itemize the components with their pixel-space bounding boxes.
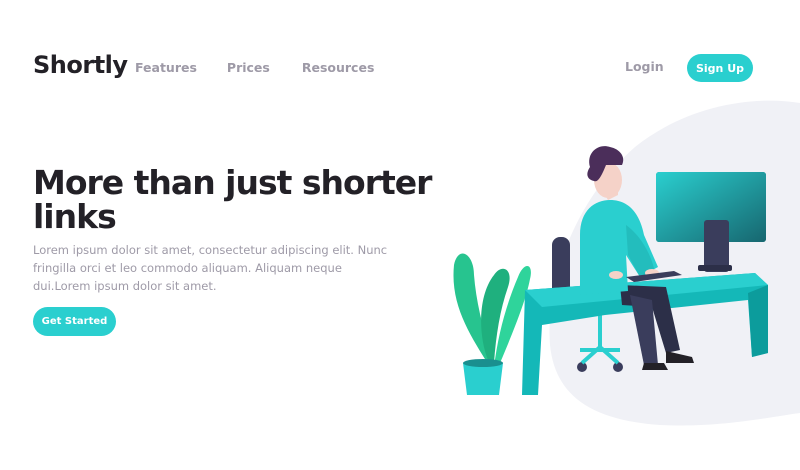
get-started-button[interactable]: Get Started <box>33 307 116 336</box>
logo[interactable]: Shortly <box>33 51 128 79</box>
hero-description: Lorem ipsum dolor sit amet, consectetur … <box>33 243 388 293</box>
person-working-illustration <box>430 95 800 435</box>
nav-link-prices[interactable]: Prices <box>227 60 270 75</box>
nav-link-resources[interactable]: Resources <box>302 60 375 75</box>
signup-button[interactable]: Sign Up <box>687 54 753 82</box>
plant-icon <box>453 253 531 395</box>
hero-title: More than just shorter links <box>33 163 432 236</box>
main-nav: Features Prices Resources <box>135 60 406 75</box>
login-link[interactable]: Login <box>625 59 664 74</box>
nav-link-features[interactable]: Features <box>135 60 197 75</box>
